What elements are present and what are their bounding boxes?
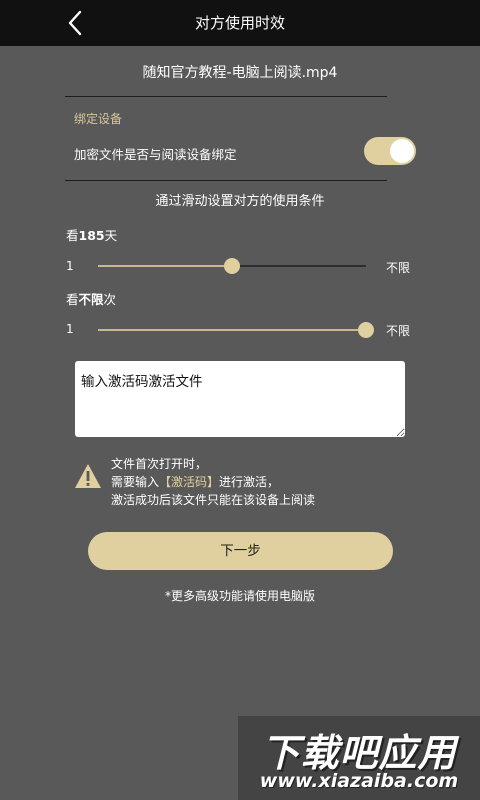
activation-code-highlight: 【激活码】 [159, 475, 220, 489]
days-caption-suffix: 天 [104, 228, 118, 243]
days-min-label: 1 [66, 259, 74, 273]
times-value: 不限 [78, 292, 104, 307]
watermark-logo: 下载吧应用 www.xiazaiba.com [238, 716, 480, 800]
times-slider[interactable] [98, 322, 374, 338]
times-slider-fill [98, 329, 366, 331]
days-slider[interactable] [98, 258, 366, 274]
desktop-version-note: *更多高级功能请使用电脑版 [164, 589, 315, 603]
times-caption: 看不限次 [66, 289, 116, 308]
notice-line-2-prefix: 需要输入 [111, 475, 160, 489]
days-max-label: 不限 [386, 261, 411, 275]
conditions-title: 通过滑动设置对方的使用条件 [155, 194, 325, 209]
notice-line-2-suffix: 进行激活， [219, 475, 280, 489]
times-min-label: 1 [66, 322, 74, 336]
times-caption-prefix: 看 [66, 292, 79, 307]
page-title: 对方使用时效 [194, 14, 285, 32]
times-caption-suffix: 次 [103, 292, 117, 307]
times-max-label: 不限 [386, 324, 411, 338]
days-caption-prefix: 看 [66, 228, 79, 243]
notice-line-1: 文件首次打开时， [111, 457, 208, 471]
days-slider-fill [98, 265, 232, 267]
bind-device-toggle[interactable] [364, 137, 416, 165]
title-bar: 对方使用时效 [0, 0, 480, 46]
bind-device-label: 绑定设备 [74, 112, 123, 126]
activation-code-input[interactable] [75, 361, 405, 437]
file-name: 随知官方教程-电脑上阅读.mp4 [142, 65, 338, 81]
divider [65, 180, 387, 181]
times-slider-thumb[interactable] [358, 322, 374, 338]
days-slider-thumb[interactable] [224, 258, 240, 274]
toggle-knob [390, 139, 414, 163]
next-step-button[interactable]: 下一步 [88, 532, 393, 570]
warning-icon [75, 464, 101, 488]
activation-notice: 文件首次打开时， 需要输入【激活码】进行激活， 激活成功后该文件只能在该设备上阅… [111, 455, 315, 509]
notice-line-3: 激活成功后该文件只能在该设备上阅读 [111, 493, 316, 507]
days-value: 185 [78, 228, 105, 243]
notice-line-2: 需要输入【激活码】进行激活， [111, 473, 315, 491]
watermark-url: www.xiazaiba.com [259, 770, 459, 792]
divider [65, 96, 387, 97]
bind-device-question: 加密文件是否与阅读设备绑定 [74, 147, 237, 162]
watermark-title: 下载吧应用 [261, 731, 457, 775]
days-caption: 看185天 [66, 225, 117, 244]
